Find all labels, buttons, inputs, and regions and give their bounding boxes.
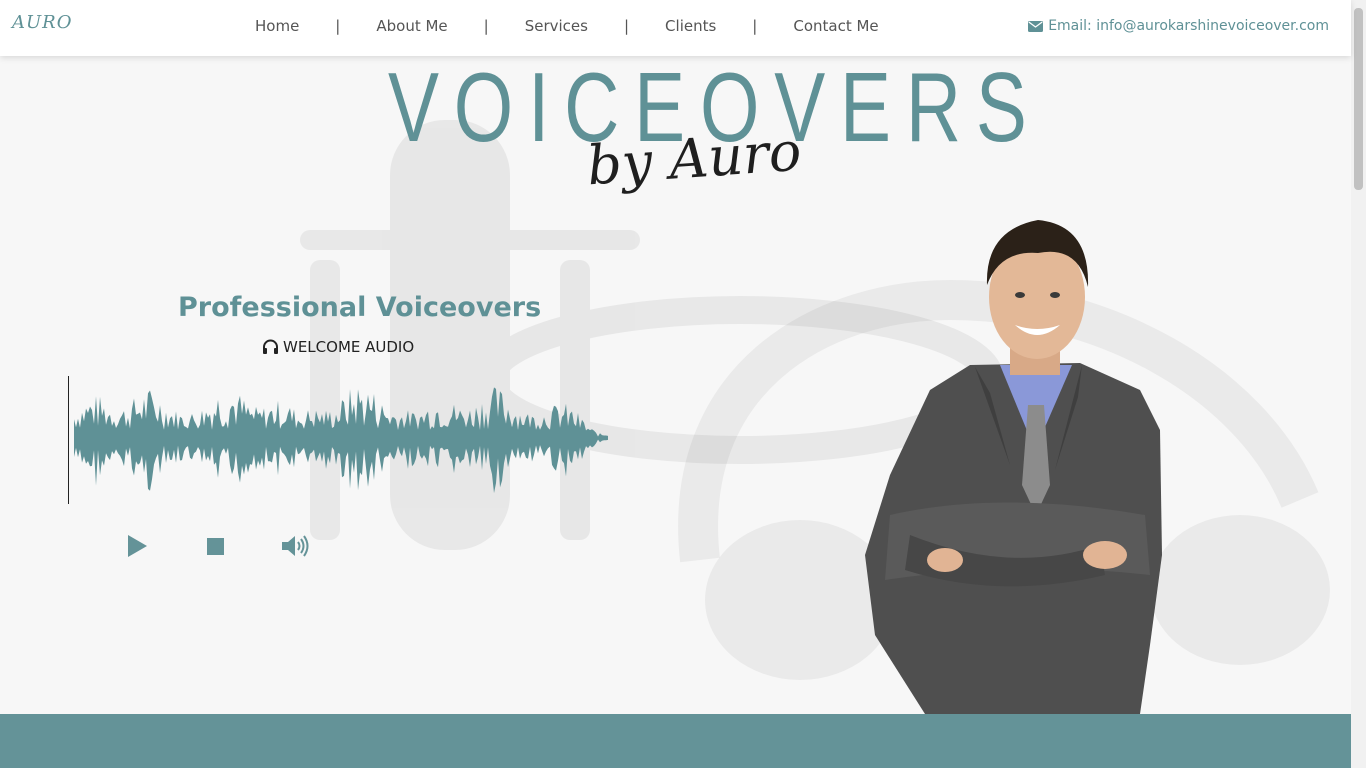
volume-icon[interactable] bbox=[281, 534, 311, 558]
audio-heading: Professional Voiceovers bbox=[178, 292, 542, 323]
nav-separator: | bbox=[483, 17, 489, 35]
envelope-icon bbox=[1028, 20, 1044, 32]
email-contact-link[interactable]: Email: info@aurokarshinevoiceover.com bbox=[1028, 18, 1329, 34]
audio-waveform[interactable] bbox=[68, 376, 613, 504]
site-logo[interactable]: AURO bbox=[12, 12, 72, 33]
nav-about-me[interactable]: About Me bbox=[376, 17, 447, 35]
nav-services[interactable]: Services bbox=[525, 17, 588, 35]
nav-home[interactable]: Home bbox=[255, 17, 299, 35]
top-navigation-bar: AURO Home | About Me | Services | Client… bbox=[0, 0, 1351, 56]
email-label: Email: info@aurokarshinevoiceover.com bbox=[1048, 18, 1329, 34]
waveform-shape bbox=[74, 387, 608, 494]
scrollbar-thumb[interactable] bbox=[1354, 8, 1363, 190]
footer-band bbox=[0, 714, 1351, 768]
page-scrollbar[interactable] bbox=[1351, 0, 1366, 768]
voice-artist-photo bbox=[865, 220, 1162, 714]
play-icon[interactable] bbox=[125, 534, 149, 558]
nav-separator: | bbox=[752, 17, 758, 35]
track-label-text: WELCOME AUDIO bbox=[283, 338, 415, 356]
main-nav: Home | About Me | Services | Clients | C… bbox=[255, 17, 879, 35]
nav-contact-me[interactable]: Contact Me bbox=[793, 17, 878, 35]
headphones-icon bbox=[263, 339, 278, 354]
nav-clients[interactable]: Clients bbox=[665, 17, 716, 35]
stop-icon[interactable] bbox=[204, 534, 228, 558]
nav-separator: | bbox=[623, 17, 630, 35]
track-label: WELCOME AUDIO bbox=[262, 338, 414, 356]
hero-subtitle: by Auro bbox=[585, 119, 804, 198]
nav-separator: | bbox=[335, 17, 341, 35]
